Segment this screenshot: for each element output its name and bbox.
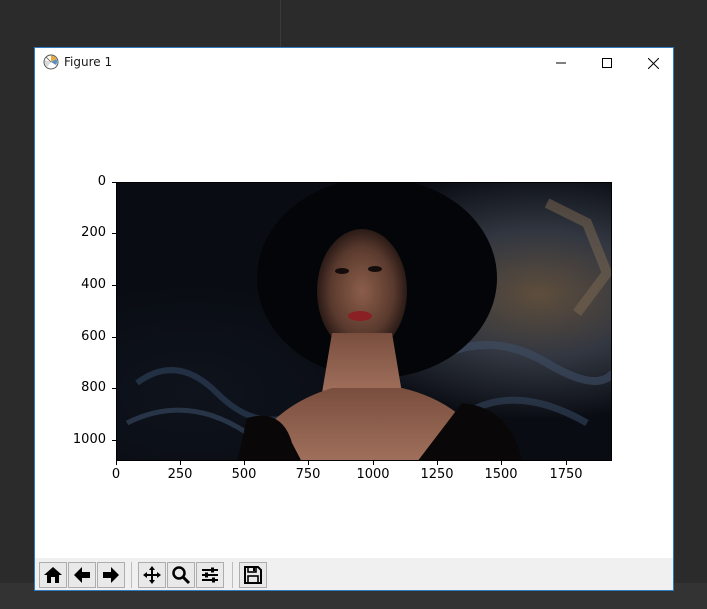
toolbar-separator <box>232 562 233 588</box>
x-tick-label: 250 <box>167 467 193 482</box>
y-tick-label: 200 <box>81 225 106 240</box>
x-tick-mark <box>566 461 567 465</box>
y-tick-mark <box>112 388 116 389</box>
arrow-right-icon <box>103 567 119 583</box>
x-tick-mark <box>373 461 374 465</box>
maximize-icon <box>602 58 612 68</box>
configure-subplots-button[interactable] <box>196 562 224 588</box>
home-icon <box>44 567 62 583</box>
image-icon <box>117 183 611 460</box>
y-tick-mark <box>112 440 116 441</box>
maximize-button[interactable] <box>584 48 630 78</box>
pan-button[interactable] <box>138 562 166 588</box>
x-tick-mark <box>116 461 117 465</box>
x-tick-label: 500 <box>231 467 257 482</box>
move-icon <box>143 566 161 584</box>
x-tick-label: 1750 <box>549 467 583 482</box>
x-tick-mark <box>437 461 438 465</box>
x-tick-label: 1000 <box>356 467 390 482</box>
x-tick-label: 0 <box>111 467 121 482</box>
save-button[interactable] <box>239 562 267 588</box>
back-button[interactable] <box>68 562 96 588</box>
background-divider <box>280 0 281 48</box>
zoom-button[interactable] <box>167 562 195 588</box>
navigation-toolbar <box>35 558 673 590</box>
y-tick-label: 800 <box>81 380 106 395</box>
magnifier-icon <box>172 566 191 585</box>
title-bar[interactable]: Figure 1 <box>35 48 673 78</box>
figure-canvas[interactable]: 0 200 400 600 800 1000 0 250 500 750 100… <box>35 78 673 558</box>
x-tick-mark <box>501 461 502 465</box>
desktop-background: Figure 1 0 200 400 600 800 1000 0 250 50… <box>0 0 707 609</box>
close-icon <box>647 57 659 69</box>
home-button[interactable] <box>39 562 67 588</box>
y-tick-label: 1000 <box>72 432 106 447</box>
y-tick-mark <box>112 285 116 286</box>
forward-button[interactable] <box>97 562 125 588</box>
figure-window[interactable]: Figure 1 0 200 400 600 800 1000 0 250 50… <box>34 47 674 591</box>
toolbar-separator <box>131 562 132 588</box>
matplotlib-icon <box>43 54 59 70</box>
floppy-disk-icon <box>244 566 262 584</box>
arrow-left-icon <box>74 567 90 583</box>
minimize-button[interactable] <box>538 48 584 78</box>
y-tick-label: 400 <box>81 277 106 292</box>
minimize-icon <box>556 62 566 64</box>
sliders-icon <box>202 567 218 583</box>
x-tick-label: 1500 <box>484 467 518 482</box>
y-tick-mark <box>112 337 116 338</box>
x-tick-mark <box>180 461 181 465</box>
x-tick-label: 1250 <box>420 467 454 482</box>
y-tick-mark <box>112 233 116 234</box>
y-tick-mark <box>112 182 116 183</box>
y-tick-label: 0 <box>97 174 106 189</box>
x-tick-mark <box>308 461 309 465</box>
window-title: Figure 1 <box>64 55 113 69</box>
close-button[interactable] <box>630 48 676 78</box>
x-tick-mark <box>244 461 245 465</box>
x-tick-label: 750 <box>295 467 321 482</box>
y-tick-label: 600 <box>81 329 106 344</box>
displayed-image[interactable] <box>116 182 612 461</box>
